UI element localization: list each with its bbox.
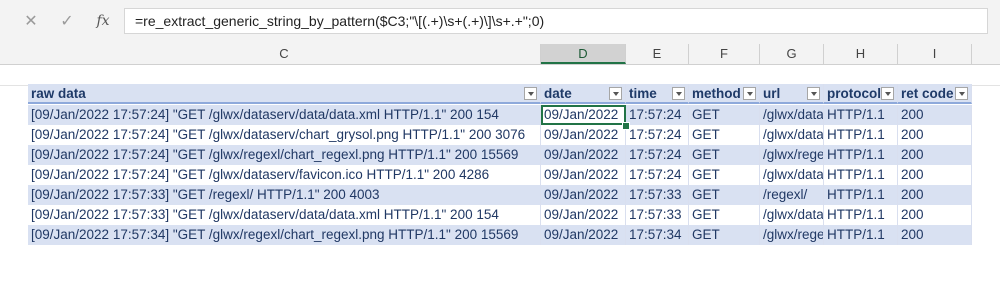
cell-method[interactable]: GET <box>689 105 760 125</box>
cell-ret-code[interactable]: 200 <box>898 185 972 205</box>
cancel-icon[interactable]: ✕ <box>16 8 46 34</box>
header-raw-data[interactable]: raw data <box>28 84 541 104</box>
cell-method[interactable]: GET <box>689 165 760 185</box>
header-date[interactable]: date <box>541 84 626 104</box>
formula-input[interactable]: =re_extract_generic_string_by_pattern($C… <box>124 8 988 34</box>
header-label: method <box>692 86 741 101</box>
empty-row[interactable] <box>0 65 1000 86</box>
cell-url[interactable]: /regexl/ <box>760 185 824 205</box>
column-header-e[interactable]: E <box>626 44 689 64</box>
header-method[interactable]: method <box>689 84 760 104</box>
cell-protocol[interactable]: HTTP/1.1 <box>824 185 898 205</box>
cell-time[interactable]: 17:57:24 <box>626 125 689 145</box>
filter-dropdown-icon[interactable] <box>609 87 622 100</box>
cell-url[interactable]: /glwx/dataserv/data/data.xml <box>760 105 824 125</box>
header-protocol[interactable]: protocol <box>824 84 898 104</box>
table-row: [09/Jan/2022 17:57:34] "GET /glwx/regexl… <box>0 225 1000 245</box>
cell-raw-data[interactable]: [09/Jan/2022 17:57:24] "GET /glwx/datase… <box>28 165 541 185</box>
column-header-c[interactable]: C <box>28 44 541 64</box>
filter-dropdown-icon[interactable] <box>672 87 685 100</box>
table-row: [09/Jan/2022 17:57:24] "GET /glwx/datase… <box>0 165 1000 185</box>
insert-function-icon[interactable]: fx <box>88 8 118 34</box>
formula-bar: ✕ ✓ fx =re_extract_generic_string_by_pat… <box>0 0 1000 44</box>
column-header-g[interactable]: G <box>760 44 824 64</box>
cell-ret-code[interactable]: 200 <box>898 145 972 165</box>
cell-protocol[interactable]: HTTP/1.1 <box>824 125 898 145</box>
cell-ret-code[interactable]: 200 <box>898 205 972 225</box>
header-label: url <box>763 86 781 101</box>
cell-date[interactable]: 09/Jan/2022 <box>541 165 626 185</box>
cell-method[interactable]: GET <box>689 145 760 165</box>
filter-dropdown-icon[interactable] <box>743 87 756 100</box>
cell-url[interactable]: /glwx/dataserv/favicon.ico <box>760 165 824 185</box>
cell-ret-code[interactable]: 200 <box>898 125 972 145</box>
cell-url[interactable]: /glwx/dataserv/chart_grysol.png <box>760 125 824 145</box>
filter-dropdown-icon[interactable] <box>807 87 820 100</box>
header-label: protocol <box>827 86 881 101</box>
column-header-i[interactable]: I <box>898 44 972 64</box>
cell-date[interactable]: 09/Jan/2022 <box>541 185 626 205</box>
cell-url[interactable]: /glwx/regexl/chart_regexl.png <box>760 145 824 165</box>
cell-method[interactable]: GET <box>689 185 760 205</box>
cell-ret-code[interactable]: 200 <box>898 225 972 245</box>
cell-time[interactable]: 17:57:24 <box>626 105 689 125</box>
table-header-row: raw data date time method url protocol r… <box>0 84 1000 104</box>
cell-raw-data[interactable]: [09/Jan/2022 17:57:33] "GET /regexl/ HTT… <box>28 185 541 205</box>
cell-date[interactable]: 09/Jan/2022 <box>541 205 626 225</box>
cell-protocol[interactable]: HTTP/1.1 <box>824 165 898 185</box>
filter-dropdown-icon[interactable] <box>524 87 537 100</box>
filter-dropdown-icon[interactable] <box>955 87 968 100</box>
cell-method[interactable]: GET <box>689 225 760 245</box>
column-header-d[interactable]: D <box>541 44 626 64</box>
table-row: [09/Jan/2022 17:57:24] "GET /glwx/regexl… <box>0 145 1000 165</box>
filter-dropdown-icon[interactable] <box>881 87 894 100</box>
cell-time[interactable]: 17:57:34 <box>626 225 689 245</box>
cell-raw-data[interactable]: [09/Jan/2022 17:57:24] "GET /glwx/datase… <box>28 105 541 125</box>
cell-time[interactable]: 17:57:24 <box>626 165 689 185</box>
cell-method[interactable]: GET <box>689 205 760 225</box>
table-row: [09/Jan/2022 17:57:24] "GET /glwx/datase… <box>0 125 1000 145</box>
table-row: [09/Jan/2022 17:57:33] "GET /regexl/ HTT… <box>0 185 1000 205</box>
cell-protocol[interactable]: HTTP/1.1 <box>824 145 898 165</box>
cell-time[interactable]: 17:57:24 <box>626 145 689 165</box>
header-label: date <box>544 86 572 101</box>
header-url[interactable]: url <box>760 84 824 104</box>
table-row: [09/Jan/2022 17:57:24] "GET /glwx/datase… <box>0 105 1000 125</box>
cell-raw-data[interactable]: [09/Jan/2022 17:57:33] "GET /glwx/datase… <box>28 205 541 225</box>
column-header-h[interactable]: H <box>824 44 898 64</box>
cell-url[interactable]: /glwx/regexl/chart_regexl.png <box>760 225 824 245</box>
formula-bar-controls: ✕ ✓ fx <box>12 8 122 34</box>
fill-handle[interactable] <box>622 122 630 130</box>
cell-date[interactable]: 09/Jan/2022 <box>541 225 626 245</box>
worksheet-grid: C D E F G H I raw data date time method … <box>0 44 1000 292</box>
header-label: raw data <box>31 86 86 101</box>
cell-date[interactable]: 09/Jan/2022 <box>541 145 626 165</box>
cell-date[interactable]: 09/Jan/2022 <box>541 125 626 145</box>
header-time[interactable]: time <box>626 84 689 104</box>
cell-raw-data[interactable]: [09/Jan/2022 17:57:34] "GET /glwx/regexl… <box>28 225 541 245</box>
column-headers: C D E F G H I <box>0 44 1000 65</box>
cell-date-active[interactable]: 09/Jan/2022 <box>541 105 626 125</box>
table-row: [09/Jan/2022 17:57:33] "GET /glwx/datase… <box>0 205 1000 225</box>
cell-raw-data[interactable]: [09/Jan/2022 17:57:24] "GET /glwx/regexl… <box>28 145 541 165</box>
confirm-icon[interactable]: ✓ <box>52 8 82 34</box>
header-label: time <box>629 86 657 101</box>
cell-ret-code[interactable]: 200 <box>898 105 972 125</box>
cell-protocol[interactable]: HTTP/1.1 <box>824 105 898 125</box>
header-ret-code[interactable]: ret code <box>898 84 972 104</box>
cell-time[interactable]: 17:57:33 <box>626 205 689 225</box>
header-label: ret code <box>901 86 954 101</box>
cell-time[interactable]: 17:57:33 <box>626 185 689 205</box>
cell-url[interactable]: /glwx/dataserv/data/data.xml <box>760 205 824 225</box>
cell-method[interactable]: GET <box>689 125 760 145</box>
cell-protocol[interactable]: HTTP/1.1 <box>824 205 898 225</box>
cell-ret-code[interactable]: 200 <box>898 165 972 185</box>
cell-protocol[interactable]: HTTP/1.1 <box>824 225 898 245</box>
cell-raw-data[interactable]: [09/Jan/2022 17:57:24] "GET /glwx/datase… <box>28 125 541 145</box>
column-header-f[interactable]: F <box>689 44 760 64</box>
